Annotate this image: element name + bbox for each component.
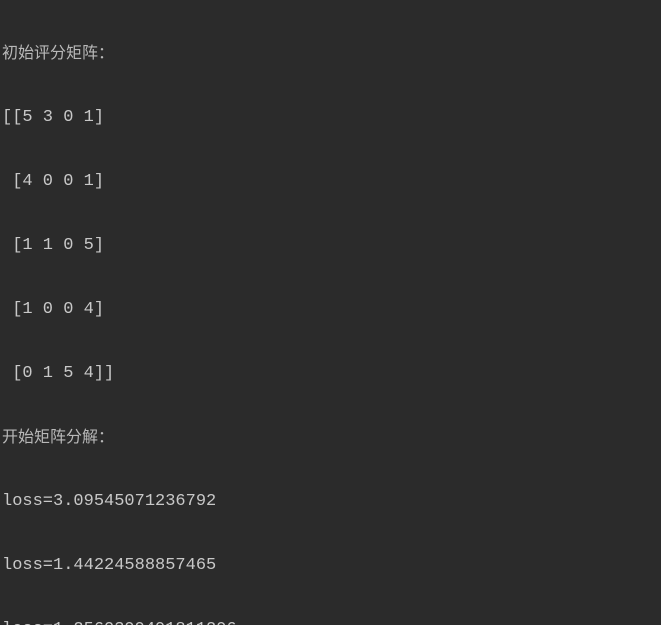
loss-line: loss=1.44224588857465: [2, 550, 659, 582]
initial-matrix-row: [1 0 0 4]: [2, 294, 659, 326]
initial-matrix-row: [4 0 0 1]: [2, 166, 659, 198]
initial-matrix-row: [0 1 5 4]]: [2, 358, 659, 390]
initial-matrix-row: [[5 3 0 1]: [2, 102, 659, 134]
loss-line: loss=3.09545071236792: [2, 486, 659, 518]
label-initial-matrix: 初始评分矩阵：: [2, 38, 659, 70]
label-start-decomposition: 开始矩阵分解：: [2, 422, 659, 454]
loss-line: loss=1.2560399491811296: [2, 614, 659, 625]
terminal-output: 初始评分矩阵： [[5 3 0 1] [4 0 0 1] [1 1 0 5] […: [0, 0, 661, 625]
initial-matrix-row: [1 1 0 5]: [2, 230, 659, 262]
